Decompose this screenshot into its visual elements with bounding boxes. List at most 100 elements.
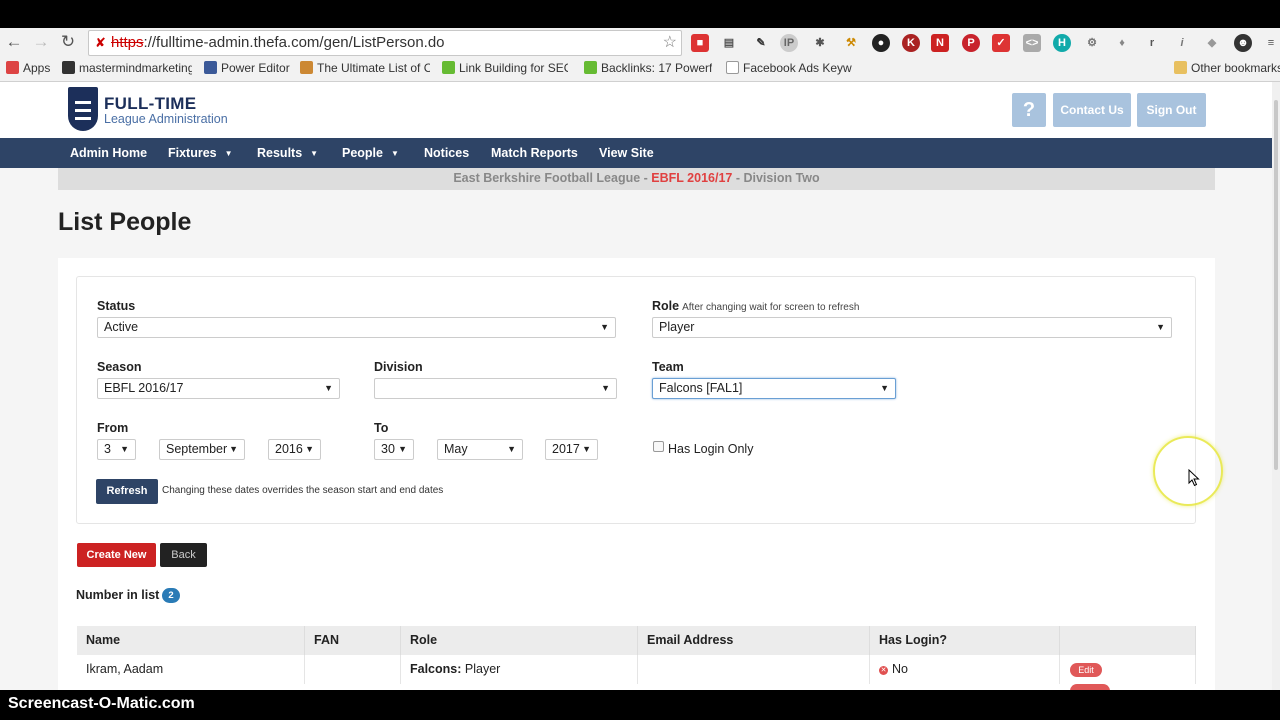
role-select[interactable]: Player ▼ bbox=[652, 317, 1172, 338]
folder-icon bbox=[1174, 61, 1187, 74]
caret-down-icon: ▼ bbox=[224, 149, 233, 158]
dropdown-arrow-icon: ▼ bbox=[880, 383, 889, 393]
k-extension-icon[interactable]: K bbox=[902, 34, 920, 52]
from-label: From bbox=[97, 421, 129, 435]
refresh-button[interactable]: Refresh bbox=[96, 479, 158, 504]
gear-extension-icon[interactable]: ⚙ bbox=[1083, 34, 1101, 52]
team-select[interactable]: Falcons [FAL1] ▼ bbox=[652, 378, 896, 399]
caret-down-icon: ▼ bbox=[310, 149, 319, 158]
status-select[interactable]: Active ▼ bbox=[97, 317, 616, 338]
cell-name[interactable]: Ikram, Aadam bbox=[77, 655, 305, 684]
create-new-button[interactable]: Create New bbox=[77, 543, 156, 567]
caret-down-icon: ▼ bbox=[391, 149, 399, 158]
column-header-email[interactable]: Email Address bbox=[638, 626, 870, 655]
column-header-name[interactable]: Name bbox=[77, 626, 305, 655]
back-arrow-icon[interactable]: ← bbox=[4, 32, 24, 52]
recorder-footer: Screencast-O-Matic.com bbox=[0, 690, 1280, 720]
extension-icon[interactable]: ■ bbox=[691, 34, 709, 52]
to-label: To bbox=[374, 421, 389, 435]
news-extension-icon[interactable]: N bbox=[931, 34, 949, 52]
dropdown-arrow-icon: ▼ bbox=[600, 322, 609, 332]
nav-people[interactable]: People ▼ bbox=[342, 138, 399, 168]
dropdown-arrow-icon: ▼ bbox=[398, 444, 407, 454]
address-bar[interactable]: ✘ https://fulltime-admin.thefa.com/gen/L… bbox=[88, 30, 682, 56]
circle-extension-icon[interactable]: ● bbox=[872, 34, 890, 52]
bookmark-mastermind[interactable]: mastermindmarketing bbox=[62, 61, 192, 75]
dropbox-icon[interactable]: ◆ bbox=[1203, 34, 1221, 52]
column-header-fan[interactable]: FAN bbox=[305, 626, 401, 655]
column-header-actions bbox=[1060, 626, 1196, 655]
season-label: Season bbox=[97, 360, 142, 374]
scrollbar-thumb[interactable] bbox=[1274, 100, 1278, 470]
league-context-bar: East Berkshire Football League - EBFL 20… bbox=[58, 168, 1215, 190]
from-year-select[interactable]: 2016 ▼ bbox=[268, 439, 321, 460]
edit-button[interactable]: Edit bbox=[1070, 663, 1102, 677]
sign-out-button[interactable]: Sign Out bbox=[1137, 93, 1206, 127]
dropdown-arrow-icon: ▼ bbox=[324, 383, 333, 393]
dropdown-arrow-icon: ▼ bbox=[601, 383, 610, 393]
dropdown-arrow-icon: ▼ bbox=[582, 444, 591, 454]
info-extension-icon[interactable]: i bbox=[1173, 34, 1191, 52]
bookmark-facebook-ads[interactable]: Facebook Ads Keywo bbox=[726, 61, 852, 75]
cell-fan bbox=[305, 655, 401, 684]
site-header: FULL-TIME League Administration ? Contac… bbox=[0, 82, 1272, 138]
bookmark-power-editor[interactable]: Power Editor bbox=[204, 61, 290, 75]
from-month-select[interactable]: September ▼ bbox=[159, 439, 245, 460]
facebook-icon bbox=[204, 61, 217, 74]
forward-arrow-icon[interactable]: → bbox=[31, 32, 51, 52]
check-extension-icon[interactable]: ✓ bbox=[992, 34, 1010, 52]
profile-avatar-icon[interactable]: ☻ bbox=[1234, 34, 1252, 52]
contact-us-button[interactable]: Contact Us bbox=[1053, 93, 1131, 127]
cell-email bbox=[638, 655, 870, 684]
page-viewport: FULL-TIME League Administration ? Contac… bbox=[0, 82, 1272, 690]
division-select[interactable]: ▼ bbox=[374, 378, 617, 399]
bookmark-ultimate-list[interactable]: The Ultimate List of C bbox=[300, 61, 430, 75]
bookmark-other[interactable]: Other bookmarks bbox=[1174, 61, 1280, 75]
puzzle-extension-icon[interactable]: ♦ bbox=[1113, 34, 1131, 52]
url-text: https://fulltime-admin.thefa.com/gen/Lis… bbox=[111, 34, 445, 51]
r-extension-icon[interactable]: r bbox=[1143, 34, 1161, 52]
role-label: Role After changing wait for screen to re… bbox=[652, 299, 860, 313]
has-login-checkbox[interactable] bbox=[653, 441, 664, 452]
season-select[interactable]: EBFL 2016/17 ▼ bbox=[97, 378, 340, 399]
bug-extension-icon[interactable]: ✱ bbox=[811, 34, 829, 52]
column-header-role[interactable]: Role bbox=[401, 626, 638, 655]
mouse-pointer-icon bbox=[1188, 469, 1200, 487]
cross-circle-icon: ✕ bbox=[879, 666, 888, 675]
reload-icon[interactable]: ↻ bbox=[58, 32, 78, 52]
pen-extension-icon[interactable]: ✎ bbox=[752, 34, 770, 52]
bookmark-star-icon[interactable]: ☆ bbox=[663, 31, 677, 55]
nav-view-site[interactable]: View Site bbox=[599, 138, 654, 168]
logo-subtitle: League Administration bbox=[104, 112, 228, 126]
to-day-select[interactable]: 30 ▼ bbox=[374, 439, 414, 460]
column-header-has-login[interactable]: Has Login? bbox=[870, 626, 1060, 655]
nav-fixtures[interactable]: Fixtures ▼ bbox=[168, 138, 233, 168]
code-extension-icon[interactable]: <> bbox=[1023, 34, 1041, 52]
nav-admin-home[interactable]: Admin Home bbox=[70, 138, 147, 168]
insecure-lock-icon: ✘ bbox=[95, 35, 106, 50]
from-day-select[interactable]: 3 ▼ bbox=[97, 439, 136, 460]
pinterest-icon[interactable]: P bbox=[962, 34, 980, 52]
list-count: Number in list 2 bbox=[76, 588, 180, 603]
nav-match-reports[interactable]: Match Reports bbox=[491, 138, 578, 168]
back-button[interactable]: Back bbox=[160, 543, 207, 567]
h-extension-icon[interactable]: H bbox=[1053, 34, 1071, 52]
bookmarks-bar: Apps mastermindmarketing Power Editor Th… bbox=[0, 56, 1280, 82]
tool-extension-icon[interactable]: ⚒ bbox=[842, 34, 860, 52]
globe-icon bbox=[584, 61, 597, 74]
to-year-select[interactable]: 2017 ▼ bbox=[545, 439, 598, 460]
chart-extension-icon[interactable]: ▤ bbox=[720, 34, 738, 52]
bookmark-apps[interactable]: Apps bbox=[6, 61, 50, 75]
nav-results[interactable]: Results ▼ bbox=[257, 138, 318, 168]
apps-icon bbox=[6, 61, 19, 74]
to-month-select[interactable]: May ▼ bbox=[437, 439, 523, 460]
bookmark-link-building[interactable]: Link Building for SEO: bbox=[442, 61, 568, 75]
ip-extension-icon[interactable]: IP bbox=[780, 34, 798, 52]
recorder-watermark: Screencast-O-Matic.com bbox=[8, 695, 195, 712]
fa-crest-icon bbox=[68, 87, 98, 131]
help-button[interactable]: ? bbox=[1012, 93, 1046, 127]
bookmark-backlinks[interactable]: Backlinks: 17 Powerfu bbox=[584, 61, 712, 75]
nav-notices[interactable]: Notices bbox=[424, 138, 469, 168]
page-title: List People bbox=[58, 208, 192, 236]
menu-icon[interactable]: ≡ bbox=[1262, 34, 1280, 52]
